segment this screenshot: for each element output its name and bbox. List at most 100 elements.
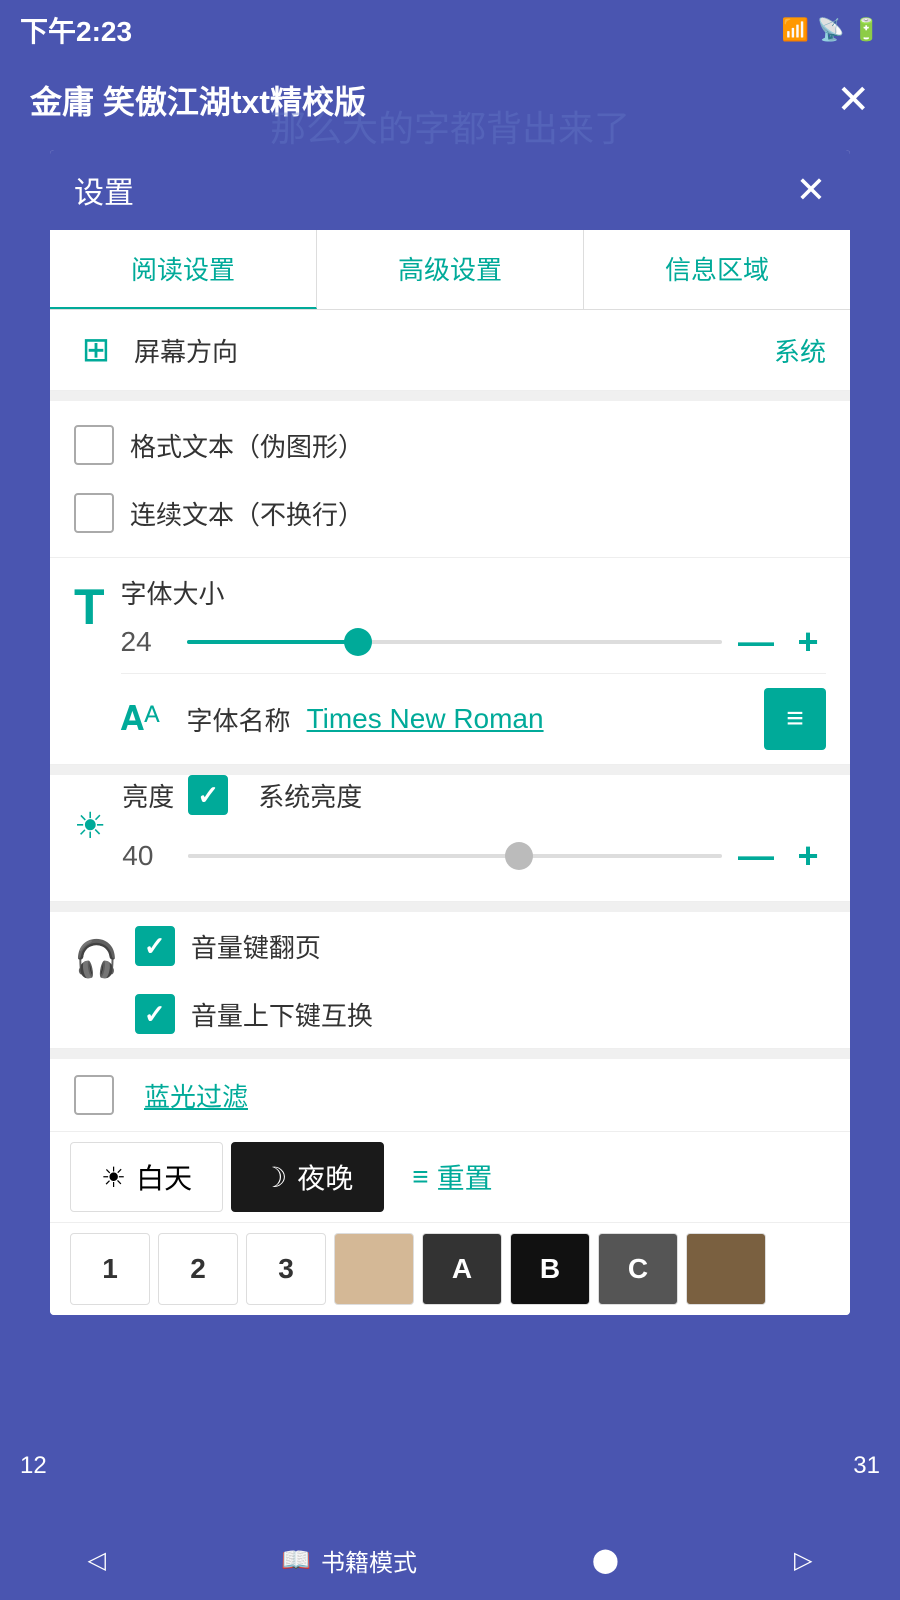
font-size-slider-thumb[interactable] — [344, 628, 372, 656]
tab-advanced-settings[interactable]: 高级设置 — [317, 230, 584, 309]
checkbox-volume-swap[interactable] — [135, 994, 175, 1034]
divider2 — [50, 765, 850, 775]
font-size-value: 24 — [121, 626, 171, 658]
brightness-bottom-spacer — [122, 887, 826, 901]
title-close-button[interactable]: ✕ — [836, 77, 870, 123]
checkbox-row-format-text: 格式文本（伪图形） — [74, 411, 826, 479]
font-list-button[interactable]: ≡ — [764, 688, 826, 750]
status-bar: 下午2:23 📶 📡 🔋 — [0, 0, 900, 60]
night-icon: ☽ — [262, 1161, 287, 1194]
volume-flip-label: 音量键翻页 — [191, 928, 321, 965]
font-name-row: 𝐀ᴬ 字体名称 Times New Roman ≡ — [121, 673, 826, 764]
tab-info-area[interactable]: 信息区域 — [584, 230, 850, 309]
nav-circle-icon[interactable]: ⬤ — [592, 1546, 619, 1575]
font-size-slider-fill — [187, 640, 358, 644]
brightness-slider-track[interactable] — [188, 854, 722, 858]
font-size-section: T 字体大小 24 — + 𝐀ᴬ 字体名称 Times New Roman ≡ — [50, 558, 850, 765]
theme-button-1[interactable]: 1 — [70, 1233, 150, 1305]
status-right: 📶 📡 🔋 — [782, 17, 880, 43]
volume-swap-row: 音量上下键互换 — [135, 980, 826, 1048]
checkbox-blue-light[interactable] — [74, 1075, 114, 1115]
brightness-main: 亮度 系统亮度 40 — + — [122, 775, 850, 901]
font-size-plus-button[interactable]: + — [790, 621, 826, 663]
divider4 — [50, 1049, 850, 1059]
volume-swap-label: 音量上下键互换 — [191, 996, 373, 1033]
brightness-plus-button[interactable]: + — [790, 835, 826, 877]
checkbox-volume-flip[interactable] — [135, 926, 175, 966]
blue-light-label[interactable]: 蓝光过滤 — [144, 1077, 248, 1114]
volume-icon-col: 🎧 — [50, 912, 135, 1048]
theme-button-sepia[interactable] — [686, 1233, 766, 1305]
status-time: 下午2:23 — [20, 10, 132, 50]
signal-icon: 📶 — [782, 17, 809, 43]
volume-main: 音量键翻页 音量上下键互换 — [135, 912, 850, 1048]
font-size-slider-track[interactable] — [187, 640, 722, 644]
brightness-top-row: 亮度 系统亮度 — [122, 775, 826, 815]
night-label: 夜晚 — [297, 1157, 353, 1197]
volume-section: 🎧 音量键翻页 音量上下键互换 — [50, 912, 850, 1049]
page-right: 31 — [853, 1452, 880, 1480]
theme-button-3[interactable]: 3 — [246, 1233, 326, 1305]
brightness-minus-button[interactable]: — — [738, 835, 774, 877]
bottom-nav: ◁ 📖 书籍模式 ⬤ ▷ — [0, 1520, 900, 1600]
font-size-icon: T — [50, 558, 121, 764]
settings-close-button[interactable]: ✕ — [796, 169, 826, 211]
day-icon: ☀ — [101, 1161, 126, 1194]
nav-book-label: 书籍模式 — [321, 1543, 417, 1578]
divider1 — [50, 391, 850, 401]
checkbox-row-continuous-text: 连续文本（不换行） — [74, 479, 826, 547]
night-mode-button[interactable]: ☽ 夜晚 — [231, 1142, 384, 1212]
font-name-icon: 𝐀ᴬ — [121, 700, 171, 739]
bottom-bar-row2: 1 2 3 A B C — [50, 1222, 850, 1315]
page-left: 12 — [20, 1452, 47, 1480]
bottom-bar-row1: ☀ 白天 ☽ 夜晚 ≡ 重置 — [50, 1132, 850, 1222]
theme-button-B[interactable]: B — [510, 1233, 590, 1305]
theme-button-paper[interactable] — [334, 1233, 414, 1305]
font-size-T-icon: T — [74, 578, 105, 636]
nav-right-icon[interactable]: ▷ — [794, 1546, 812, 1575]
day-label: 白天 — [136, 1157, 192, 1197]
font-size-section-label: 字体大小 — [121, 558, 826, 611]
settings-header: 设置 ✕ — [50, 150, 850, 230]
brightness-icon-col: ☀ — [50, 775, 122, 901]
nav-left-icon[interactable]: ◁ — [88, 1546, 106, 1575]
tab-read-settings[interactable]: 阅读设置 — [50, 230, 317, 309]
system-brightness-label: 系统亮度 — [258, 777, 362, 814]
headphone-icon: 🎧 — [74, 938, 119, 980]
wifi-icon: 📡 — [817, 17, 844, 43]
checkbox-section: 格式文本（伪图形） 连续文本（不换行） — [50, 401, 850, 558]
font-name-label: 字体名称 — [187, 701, 291, 738]
brightness-value: 40 — [122, 840, 172, 872]
font-name-value[interactable]: Times New Roman — [307, 703, 764, 735]
book-title: 金庸 笑傲江湖txt精校版 — [30, 77, 366, 123]
brightness-section: ☀ 亮度 系统亮度 40 — + — [50, 775, 850, 902]
theme-button-2[interactable]: 2 — [158, 1233, 238, 1305]
checkbox-continuous-text[interactable] — [74, 493, 114, 533]
checkbox-system-brightness[interactable] — [188, 775, 228, 815]
nav-book-mode[interactable]: 📖 书籍模式 — [281, 1543, 417, 1578]
font-size-row: 24 — + — [121, 611, 826, 673]
brightness-slider-fill — [188, 854, 519, 858]
brightness-sun-icon: ☀ — [74, 805, 106, 847]
day-mode-button[interactable]: ☀ 白天 — [70, 1142, 223, 1212]
reset-label: 重置 — [437, 1157, 493, 1197]
brightness-slider-thumb[interactable] — [505, 842, 533, 870]
brightness-row: 40 — + — [122, 825, 826, 887]
title-bar: 金庸 笑傲江湖txt精校版 ✕ — [0, 60, 900, 140]
theme-button-C[interactable]: C — [598, 1233, 678, 1305]
nav-book-icon: 📖 — [281, 1546, 311, 1575]
checkbox-format-text-label: 格式文本（伪图形） — [130, 427, 364, 464]
screen-orientation-label: 屏幕方向 — [134, 332, 774, 369]
theme-button-A[interactable]: A — [422, 1233, 502, 1305]
brightness-label: 亮度 — [122, 777, 174, 814]
font-size-minus-button[interactable]: — — [738, 621, 774, 663]
font-size-main: 字体大小 24 — + 𝐀ᴬ 字体名称 Times New Roman ≡ — [121, 558, 850, 764]
volume-flip-row: 音量键翻页 — [135, 912, 826, 980]
reset-button[interactable]: ≡ 重置 — [392, 1143, 512, 1211]
battery-icon: 🔋 — [853, 17, 880, 43]
checkbox-format-text[interactable] — [74, 425, 114, 465]
screen-orientation-value[interactable]: 系统 — [774, 332, 826, 369]
divider3 — [50, 902, 850, 912]
blue-light-section: 蓝光过滤 — [50, 1059, 850, 1132]
settings-title: 设置 — [74, 168, 134, 212]
